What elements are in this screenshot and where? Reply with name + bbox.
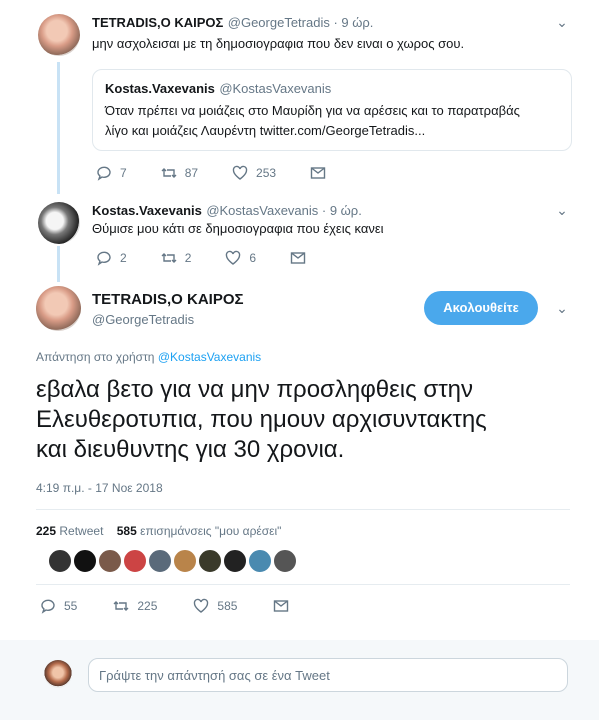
author-handle[interactable]: @KostasVaxevanis · 9 ώρ.	[206, 203, 362, 218]
avatar[interactable]	[98, 549, 122, 573]
like-button[interactable]: 253	[232, 165, 276, 181]
chevron-down-icon[interactable]: ⌄	[554, 14, 570, 30]
retweet-icon	[113, 601, 129, 611]
reply-count: 2	[120, 251, 127, 265]
main-tweet-line: και διευθυντης για 30 χρονια.	[36, 436, 345, 463]
tweet-header: Kostas.Vaxevanis @KostasVaxevanis · 9 ώρ…	[92, 202, 362, 220]
reply-button[interactable]: 55	[40, 598, 77, 614]
quoted-text-line: Όταν πρέπει να μοιάζεις στο Μαυρίδη για …	[105, 103, 520, 118]
quoted-author-name: Kostas.Vaxevanis	[105, 81, 215, 96]
tweet-header: TETRADIS,Ο ΚΑΙΡΟΣ @GeorgeTetradis · 9 ώρ…	[92, 14, 373, 32]
tweet-actions: 7 87 253	[96, 163, 360, 183]
author-handle[interactable]: @GeorgeTetradis	[92, 312, 194, 327]
heart-icon	[194, 598, 209, 613]
reply-context: Απάντηση στο χρήστη @KostasVaxevanis	[36, 350, 261, 364]
reply-count: 55	[64, 599, 78, 613]
like-button[interactable]: 6	[225, 250, 256, 266]
tweet-actions: 55 225 585	[40, 596, 323, 616]
avatar	[44, 660, 72, 688]
divider	[36, 509, 570, 510]
like-button[interactable]: 585	[193, 598, 237, 614]
divider	[36, 584, 570, 585]
quoted-author-handle: @KostasVaxevanis	[219, 81, 332, 96]
avatar[interactable]	[38, 202, 80, 244]
author-name[interactable]: TETRADIS,Ο ΚΑΙΡΟΣ	[92, 291, 244, 308]
avatar[interactable]	[223, 549, 247, 573]
retweet-button[interactable]: 87	[161, 165, 198, 181]
main-tweet-line: εβαλα βετο για να μην προσληφθεις στην	[36, 376, 474, 403]
retweet-icon	[161, 253, 177, 263]
main-tweet-text: εβαλα βετο για να μην προσληφθεις στην Ε…	[36, 375, 487, 465]
retweet-count: 225	[137, 599, 158, 613]
dm-button[interactable]	[310, 165, 326, 181]
author-handle[interactable]: @GeorgeTetradis · 9 ώρ.	[228, 15, 374, 30]
author-name[interactable]: Kostas.Vaxevanis	[92, 203, 202, 218]
engagement-stats: 225 Retweet 585 επισημάνσεις "μου αρέσει…	[36, 524, 281, 538]
reply-icon	[41, 599, 55, 614]
chevron-down-icon[interactable]: ⌄	[554, 202, 570, 218]
tweet-actions: 2 2 6	[96, 248, 340, 268]
tweet-text: Θύμισε μου κάτι σε δημοσιογραφια που έχε…	[92, 221, 384, 236]
thread-line	[57, 246, 60, 282]
envelope-icon	[274, 600, 289, 612]
retweet-count: 2	[184, 251, 192, 265]
retweet-stat[interactable]: 225 Retweet	[36, 524, 103, 538]
retweet-button[interactable]: 225	[113, 598, 157, 614]
tweet-text: μην ασχολεισαι με τη δημοσιογραφια που δ…	[92, 36, 465, 51]
avatar[interactable]	[48, 549, 72, 573]
reply-to-prefix: Απάντηση στο χρήστη	[36, 350, 155, 364]
author-name[interactable]: TETRADIS,Ο ΚΑΙΡΟΣ	[92, 15, 223, 30]
quoted-text-line: λίγο και μοιάζεις Λαυρέντη twitter.com/G…	[105, 123, 426, 138]
avatar[interactable]	[148, 549, 172, 573]
like-count: 6	[249, 251, 257, 265]
avatar[interactable]	[248, 549, 272, 573]
envelope-icon	[290, 252, 306, 264]
main-tweet-line: Ελευθεροτυπια, που ημουν αρχισυντακτης	[36, 406, 487, 433]
heart-icon	[226, 250, 241, 265]
avatar[interactable]	[36, 286, 81, 331]
avatar[interactable]	[123, 549, 147, 573]
reply-icon	[97, 166, 111, 181]
retweet-count: 87	[184, 166, 199, 180]
retweet-icon	[161, 168, 177, 178]
reply-button[interactable]: 2	[96, 250, 127, 266]
avatar[interactable]	[73, 549, 97, 573]
following-button[interactable]: Ακολουθείτε	[424, 291, 538, 325]
avatar[interactable]	[173, 549, 197, 573]
reply-icon	[97, 251, 111, 266]
like-count: 585	[217, 599, 238, 613]
chevron-down-icon[interactable]: ⌄	[554, 300, 570, 316]
like-stat[interactable]: 585 επισημάνσεις "μου αρέσει"	[117, 524, 282, 538]
dm-button[interactable]	[273, 598, 289, 614]
timestamp[interactable]: 4:19 π.μ. - 17 Νοε 2018	[36, 481, 163, 495]
avatar[interactable]	[273, 549, 297, 573]
reply-to-user[interactable]: @KostasVaxevanis	[158, 350, 261, 364]
avatar[interactable]	[38, 14, 80, 56]
reply-input[interactable]: Γράψτε την απάντησή σας σε ένα Tweet	[88, 658, 568, 692]
retweet-button[interactable]: 2	[161, 250, 192, 266]
envelope-icon	[310, 167, 326, 179]
heart-icon	[232, 165, 248, 180]
dm-button[interactable]	[290, 250, 306, 266]
quoted-tweet[interactable]: Kostas.Vaxevanis @KostasVaxevanis Όταν π…	[92, 69, 572, 151]
avatar[interactable]	[198, 549, 222, 573]
like-count: 253	[256, 166, 277, 180]
thread-line	[57, 62, 60, 194]
reply-button[interactable]: 7	[96, 165, 127, 181]
reply-count: 7	[120, 166, 127, 180]
